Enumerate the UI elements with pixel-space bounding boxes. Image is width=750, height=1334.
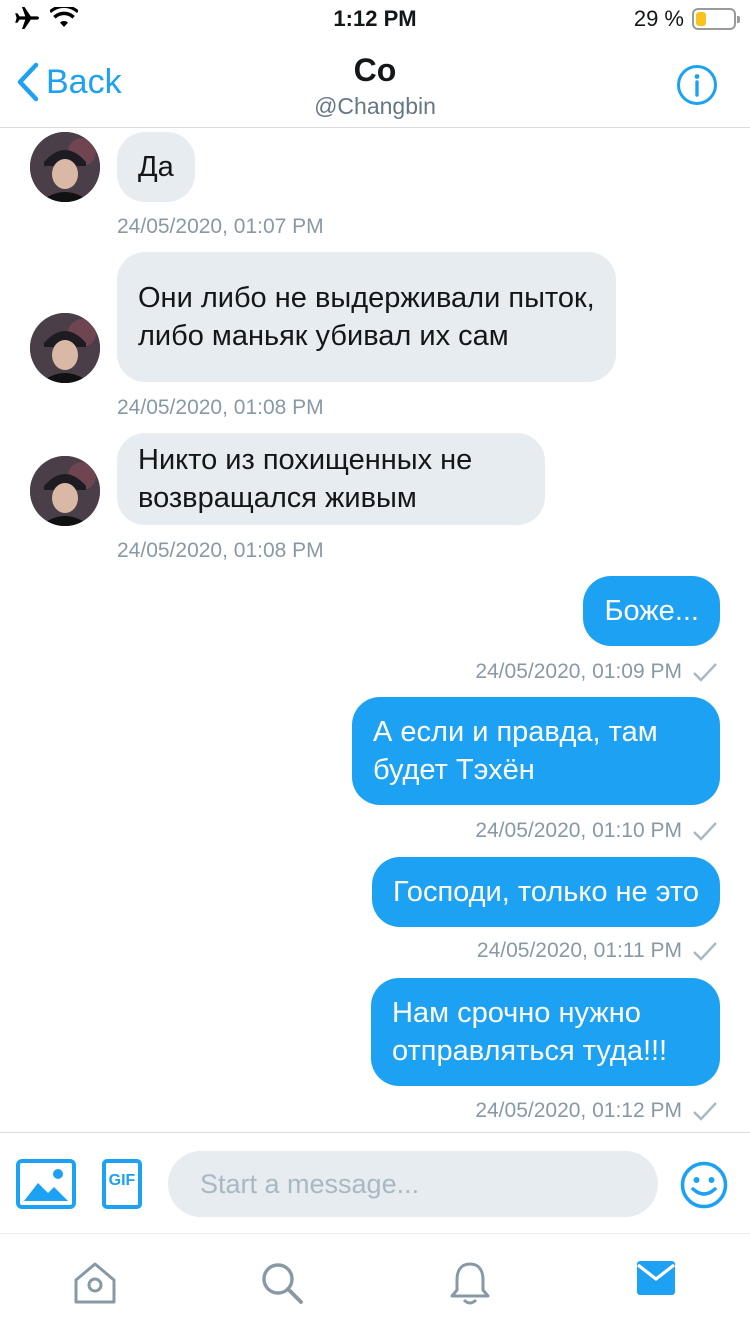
message-bubble-incoming[interactable]: Они либо не выдерживали пыток, либо мань… xyxy=(117,252,616,382)
status-bar: 1:12 PM 29 % xyxy=(0,0,750,40)
conversation-handle: @Changbin xyxy=(314,93,436,119)
composer-bar: GIF xyxy=(0,1132,750,1234)
message-bubble-outgoing[interactable]: Нам срочно нужно отправляться туда!!! xyxy=(371,978,720,1086)
message-bubble-incoming[interactable]: Да xyxy=(117,132,195,202)
message-text: Боже... xyxy=(604,595,699,627)
message-list[interactable]: Да 24/05/2020, 01:07 PM Они либо не выде… xyxy=(0,129,750,1132)
message-input[interactable] xyxy=(168,1151,658,1217)
message-bubble-outgoing[interactable]: Господи, только не это xyxy=(372,857,720,927)
message-timestamp: 24/05/2020, 01:08 PM xyxy=(117,539,324,562)
messages-icon xyxy=(637,1261,675,1295)
status-right: 29 % xyxy=(633,6,740,32)
info-button[interactable] xyxy=(676,64,718,111)
checkmark-icon xyxy=(693,942,717,961)
conversation-header: Back Co @Changbin xyxy=(0,40,750,128)
checkmark-icon xyxy=(693,822,717,841)
message-timestamp: 24/05/2020, 01:12 PM xyxy=(475,1099,718,1123)
conversation-title: Co xyxy=(353,52,397,88)
home-icon xyxy=(74,1262,116,1304)
tab-bar xyxy=(0,1234,750,1334)
message-text: Никто из похищенных не возвращался живым xyxy=(138,444,473,514)
message-text: Да xyxy=(138,151,174,183)
battery-percent: 29 % xyxy=(633,6,684,31)
message-bubble-incoming[interactable]: Никто из похищенных не возвращался живым xyxy=(117,433,545,525)
tab-messages[interactable] xyxy=(636,1260,676,1301)
emoji-button[interactable] xyxy=(680,1161,728,1214)
message-bubble-outgoing[interactable]: Боже... xyxy=(583,576,720,646)
image-button[interactable] xyxy=(16,1159,76,1214)
message-timestamp: 24/05/2020, 01:10 PM xyxy=(475,819,718,843)
info-icon xyxy=(677,65,717,105)
checkmark-icon xyxy=(693,1102,717,1121)
tab-home[interactable] xyxy=(72,1260,118,1311)
message-timestamp: 24/05/2020, 01:09 PM xyxy=(475,660,718,684)
message-text: Господи, только не это xyxy=(393,876,699,908)
tab-search[interactable] xyxy=(259,1260,305,1311)
message-timestamp: 24/05/2020, 01:11 PM xyxy=(477,939,718,963)
gif-button[interactable]: GIF xyxy=(102,1159,142,1214)
message-timestamp: 24/05/2020, 01:08 PM xyxy=(117,396,324,419)
search-icon xyxy=(262,1263,303,1304)
message-bubble-outgoing[interactable]: А если и правда, там будет Тэхён xyxy=(352,697,720,805)
notifications-icon xyxy=(450,1262,490,1305)
avatar[interactable] xyxy=(30,456,100,526)
avatar[interactable] xyxy=(30,313,100,383)
battery-fill xyxy=(696,12,706,26)
emoji-icon xyxy=(680,1161,728,1209)
gif-label: GIF xyxy=(108,1172,136,1189)
message-timestamp: 24/05/2020, 01:07 PM xyxy=(117,215,324,238)
message-text: Они либо не выдерживали пыток, либо мань… xyxy=(138,282,595,352)
image-icon xyxy=(16,1159,76,1209)
tab-notifications[interactable] xyxy=(448,1260,492,1311)
message-text: А если и правда, там будет Тэхён xyxy=(373,716,658,786)
checkmark-icon xyxy=(693,663,717,682)
message-text: Нам срочно нужно отправляться туда!!! xyxy=(392,997,668,1067)
battery-icon xyxy=(692,8,740,30)
avatar[interactable] xyxy=(30,132,100,202)
